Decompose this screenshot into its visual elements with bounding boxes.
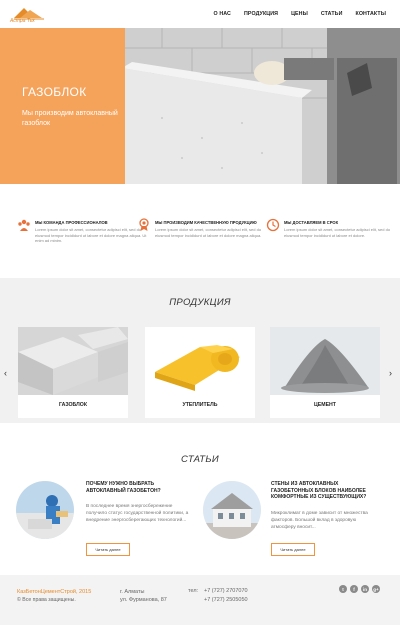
- article-excerpt: В последнее время энергосбережение получ…: [86, 504, 189, 523]
- article-title[interactable]: ПОЧЕМУ НУЖНО ВЫБРАТЬ АВТОКЛАВНЫЙ ГАЗОБЕТ…: [86, 481, 194, 494]
- feature-text: Lorem ipsum dolor sit amet, consectetur …: [155, 227, 262, 238]
- product-caption: ГАЗОБЛОК: [58, 402, 88, 408]
- product-card-gazoblok[interactable]: ГАЗОБЛОК: [18, 327, 128, 418]
- footer-city: г. Алматы: [120, 589, 145, 595]
- carousel-next-arrow[interactable]: ›: [389, 368, 392, 378]
- site-footer: КазБетонЦементСтрой, 2015 © Все права за…: [0, 575, 400, 625]
- read-more-button[interactable]: Читать далее: [86, 543, 130, 556]
- cement-image: [270, 327, 380, 395]
- product-caption: ЦЕМЕНТ: [314, 402, 336, 408]
- footer-street: ул. Фурманова, 87: [120, 597, 167, 603]
- articles-section: СТАТЬИ ПОЧЕМУ НУЖНО ВЫБРАТЬ АВТОКЛАВНЫЙ …: [0, 423, 400, 575]
- feature-title: МЫ ДОСТАВЛЯЕМ В СРОК: [284, 220, 339, 225]
- article-excerpt: Микроклимат в доме зависит от множества …: [271, 511, 368, 530]
- nav-articles[interactable]: СТАТЬИ: [321, 11, 343, 17]
- hero-subtitle: Мы производим автоклавный газоблок: [22, 110, 118, 127]
- linkedin-icon[interactable]: in: [361, 585, 369, 593]
- products-title: ПРОДУКЦИЯ: [169, 297, 231, 308]
- main-nav: О НАС ПРОДУКЦИЯ ЦЕНЫ СТАТЬИ КОНТАКТЫ: [214, 11, 386, 17]
- feature-title: МЫ КОМАНДА ПРОФЕССИОНАЛОВ: [35, 220, 108, 225]
- google-plus-icon[interactable]: g+: [372, 585, 380, 593]
- logo-text: Астра Тех: [10, 18, 35, 24]
- hero-title: ГАЗОБЛОК: [22, 85, 87, 99]
- footer-tel-label: тел:: [188, 588, 199, 594]
- features-section: МЫ КОМАНДА ПРОФЕССИОНАЛОВ Lorem ipsum do…: [0, 184, 400, 278]
- quality-badge-icon: [139, 218, 149, 231]
- gazoblok-image: [18, 327, 128, 395]
- footer-phone-1[interactable]: +7 (727) 2707070: [204, 588, 248, 594]
- hero-banner: ГАЗОБЛОК Мы производим автоклавный газоб…: [0, 28, 400, 184]
- nav-contacts[interactable]: КОНТАКТЫ: [356, 11, 387, 17]
- social-links: t f in g+: [339, 585, 380, 593]
- read-more-button[interactable]: Читать далее: [271, 543, 315, 556]
- feature-text: Lorem ipsum dolor sit amet, consectetur …: [35, 227, 147, 244]
- article-image-house[interactable]: [203, 481, 261, 539]
- feature-text: Lorem ipsum dolor sit amet, consectetur …: [284, 227, 391, 238]
- footer-phone-2[interactable]: +7 (727) 2505050: [204, 597, 248, 603]
- feature-title: МЫ ПРОИЗВОДИМ КАЧЕСТВЕННУЮ ПРОДУКЦИЮ: [155, 220, 257, 225]
- articles-title: СТАТЬИ: [180, 454, 219, 465]
- facebook-icon[interactable]: f: [350, 585, 358, 593]
- carousel-prev-arrow[interactable]: ‹: [4, 368, 7, 378]
- nav-about[interactable]: О НАС: [214, 11, 231, 17]
- products-section: ПРОДУКЦИЯ ГАЗОБЛОК УТЕПЛИТЕЛЬ ЦЕМЕНТ: [0, 278, 400, 423]
- insulation-image: [145, 327, 255, 395]
- team-icon: [18, 219, 30, 231]
- product-caption: УТЕПЛИТЕЛЬ: [182, 402, 218, 408]
- nav-products[interactable]: ПРОДУКЦИЯ: [244, 11, 278, 17]
- footer-copyright: © Все права защищены.: [17, 597, 76, 603]
- article-title[interactable]: СТЕНЫ ИЗ АВТОКЛАВНЫХ ГАЗОБЕТОННЫХ БЛОКОВ…: [271, 481, 379, 501]
- footer-brand: КазБетонЦементСтрой, 2015: [17, 589, 92, 595]
- twitter-icon[interactable]: t: [339, 585, 347, 593]
- hero-overlay: [0, 28, 125, 184]
- product-card-cement[interactable]: ЦЕМЕНТ: [270, 327, 380, 418]
- delivery-clock-icon: [266, 218, 280, 232]
- nav-prices[interactable]: ЦЕНЫ: [291, 11, 308, 17]
- site-header: Астра Тех О НАС ПРОДУКЦИЯ ЦЕНЫ СТАТЬИ КО…: [0, 0, 400, 28]
- product-card-insulation[interactable]: УТЕПЛИТЕЛЬ: [145, 327, 255, 418]
- hero-photo: [122, 28, 400, 184]
- article-image-worker[interactable]: [16, 481, 74, 539]
